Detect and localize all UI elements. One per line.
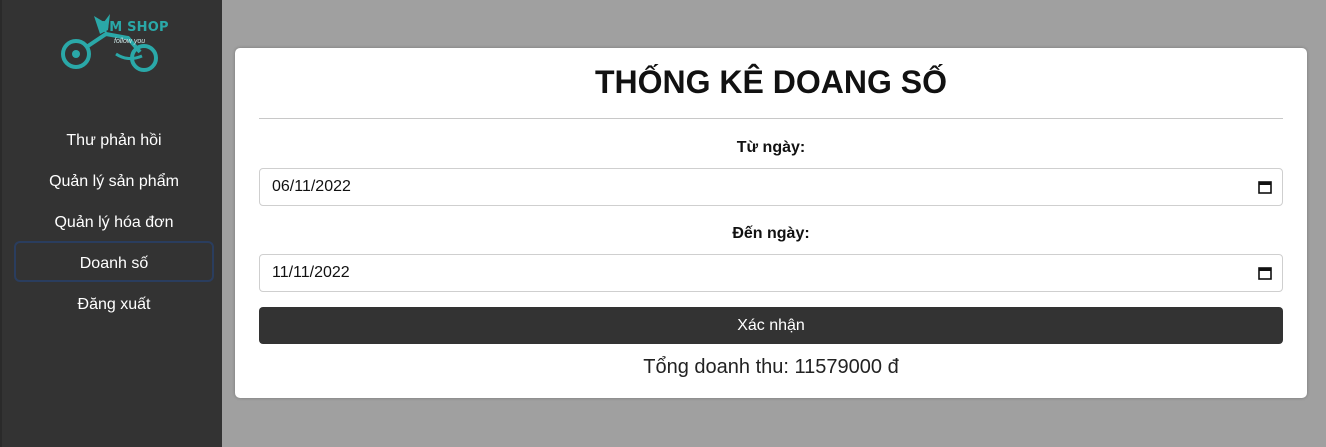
sidebar: QM SHOP follow you Thư phản hồi Quản lý …	[0, 0, 222, 447]
from-date-label: Từ ngày:	[736, 139, 806, 156]
sales-stats-card: THỐNG KÊ DOANG SỐ Từ ngày: 06/11/2022 Đế…	[235, 48, 1307, 398]
sidebar-item-feedback[interactable]: Thư phản hồi	[14, 118, 214, 159]
brand-name: QM SHOP	[98, 20, 169, 35]
calendar-icon[interactable]	[1258, 180, 1272, 194]
sidebar-item-invoices[interactable]: Quản lý hóa đơn	[14, 200, 214, 241]
sidebar-item-products[interactable]: Quản lý sản phẩm	[14, 159, 214, 200]
shop-logo[interactable]: QM SHOP follow you	[58, 8, 174, 74]
sidebar-item-logout[interactable]: Đăng xuất	[14, 282, 214, 323]
brand-tagline: follow you	[114, 38, 146, 45]
calendar-icon[interactable]	[1258, 266, 1272, 280]
to-date-value: 11/11/2022	[272, 264, 350, 281]
title-divider	[259, 118, 1283, 119]
from-date-value: 06/11/2022	[272, 178, 351, 195]
from-date-input[interactable]: 06/11/2022	[259, 168, 1283, 206]
sidebar-item-sales[interactable]: Doanh số	[14, 241, 214, 282]
to-date-input[interactable]: 11/11/2022	[259, 254, 1283, 292]
page-title: THỐNG KÊ DOANG SỐ	[594, 64, 947, 100]
sidebar-nav: Thư phản hồi Quản lý sản phẩm Quản lý hó…	[2, 118, 224, 323]
total-revenue: Tổng doanh thu: 11579000 đ	[643, 356, 899, 378]
to-date-label: Đến ngày:	[732, 225, 810, 242]
confirm-button[interactable]: Xác nhận	[259, 307, 1283, 344]
